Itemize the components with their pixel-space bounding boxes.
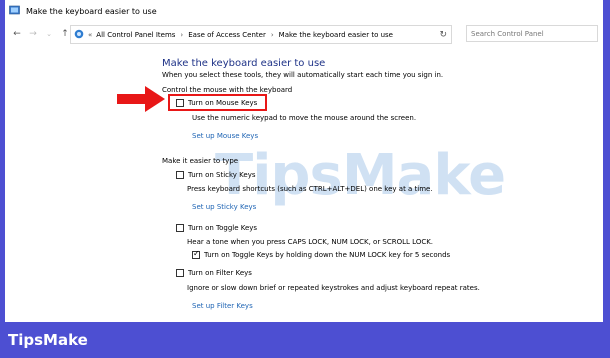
toggle-keys-checkbox[interactable]: Turn on Toggle Keys [176,224,257,232]
breadcrumb-all-items[interactable]: All Control Panel Items [96,31,175,39]
toggle-keys-numlock-checkbox[interactable]: Turn on Toggle Keys by holding down the … [192,249,451,259]
sticky-keys-label: Turn on Sticky Keys [188,171,256,179]
setup-filter-keys-link[interactable]: Set up Filter Keys [192,302,253,310]
toggle-keys-numlock-label: Turn on Toggle Keys by holding down the … [204,251,451,259]
search-input[interactable]: Search Control Panel [466,25,598,42]
mouse-keys-label: Turn on Mouse Keys [188,99,258,107]
page-subtitle: When you select these tools, they will a… [162,71,444,79]
breadcrumb-current[interactable]: Make the keyboard easier to use [279,31,393,39]
page-title: Make the keyboard easier to use [162,58,326,69]
mouse-keys-checkbox[interactable]: Turn on Mouse Keys [176,99,257,107]
filter-keys-checkbox[interactable]: Turn on Filter Keys [176,269,252,277]
breadcrumb-chevron-icon: › [180,30,184,39]
title-bar: Make the keyboard easier to use [5,0,603,22]
checkbox-box-checked[interactable] [192,249,200,259]
back-icon[interactable]: ← [9,29,25,39]
checkbox-box[interactable] [176,99,184,107]
section-heading-mouse: Control the mouse with the keyboard [162,86,293,94]
watermark-text: TipsMake [215,143,506,208]
toggle-keys-label: Turn on Toggle Keys [188,224,258,232]
recent-dropdown-icon[interactable]: ⌄ [41,30,57,38]
sticky-keys-checkbox[interactable]: Turn on Sticky Keys [176,171,256,179]
setup-sticky-keys-link[interactable]: Set up Sticky Keys [192,203,256,211]
sticky-keys-description: Press keyboard shortcuts (such as CTRL+A… [187,185,433,193]
checkbox-box[interactable] [176,269,184,277]
main-content: Make the keyboard easier to use When you… [5,46,603,322]
footer-bar: TipsMake [0,322,610,358]
navigation-bar: ← → ⌄ ↑ « All Control Panel Items › Ease… [5,22,603,46]
setup-mouse-keys-link[interactable]: Set up Mouse Keys [192,132,258,140]
control-panel-window: Make the keyboard easier to use ← → ⌄ ↑ … [5,0,603,322]
search-placeholder: Search Control Panel [471,29,544,38]
forward-icon[interactable]: → [25,29,41,39]
filter-keys-label: Turn on Filter Keys [188,269,252,277]
filter-keys-description: Ignore or slow down brief or repeated ke… [187,284,480,292]
section-heading-typing: Make it easier to type [162,157,239,165]
checkbox-box[interactable] [176,171,184,179]
mouse-keys-description: Use the numeric keypad to move the mouse… [192,114,417,122]
breadcrumb-chevron-icon: › [270,30,274,39]
checkbox-box[interactable] [176,224,184,232]
breadcrumb-separator: « [88,30,93,39]
location-icon [74,29,84,41]
toggle-keys-description: Hear a tone when you press CAPS LOCK, NU… [187,238,434,246]
refresh-icon[interactable]: ↻ [439,30,447,40]
control-panel-icon [9,5,20,18]
breadcrumb-ease-of-access[interactable]: Ease of Access Center [188,31,266,39]
window-title: Make the keyboard easier to use [26,6,157,16]
arrow-pointer-icon [115,84,167,118]
brand-logo-text: TipsMake [8,331,88,349]
address-bar[interactable]: « All Control Panel Items › Ease of Acce… [70,25,452,44]
